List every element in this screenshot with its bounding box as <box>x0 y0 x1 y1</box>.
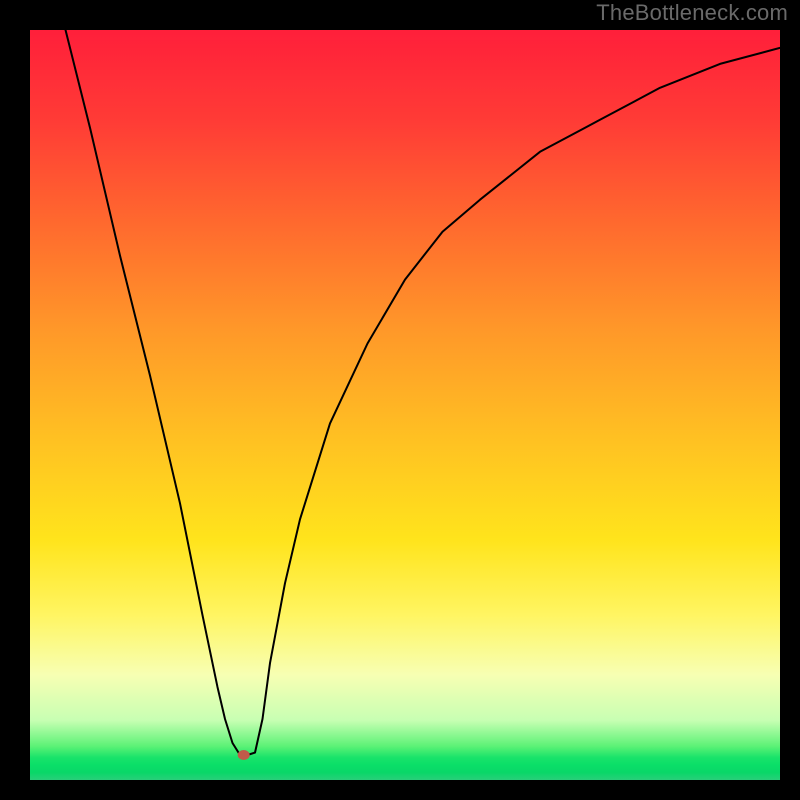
bottleneck-curve-path <box>30 30 780 755</box>
plot-area <box>30 30 780 780</box>
curve-svg <box>30 30 780 780</box>
watermark-text: TheBottleneck.com <box>596 0 788 26</box>
chart-frame: TheBottleneck.com <box>0 0 800 800</box>
minimum-marker <box>238 750 250 760</box>
